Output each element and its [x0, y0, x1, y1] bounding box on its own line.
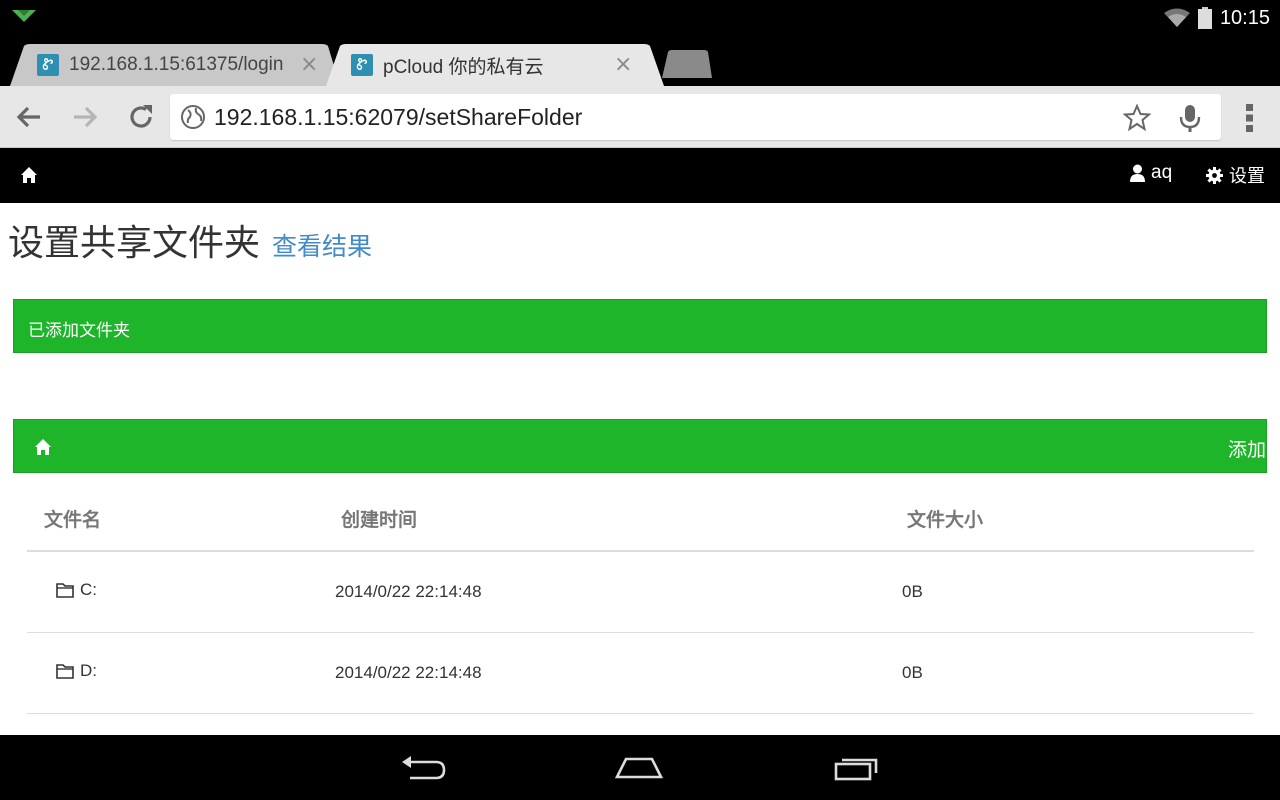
reload-icon[interactable] — [126, 102, 156, 132]
forward-arrow-icon[interactable] — [70, 102, 100, 132]
folder-name-text: D: — [80, 661, 97, 680]
new-tab-button[interactable] — [660, 50, 714, 78]
folder-icon — [56, 664, 74, 679]
size-cell: 0B — [902, 632, 1254, 714]
add-button[interactable]: 添加 — [1228, 435, 1266, 462]
recent-apps-icon[interactable] — [832, 753, 882, 783]
system-navigation-bar — [0, 735, 1280, 800]
page-title: 设置共享文件夹 — [8, 223, 261, 264]
file-table: 文件名 创建时间 文件大小 C: 2014/0/22 22:14:48 0B D… — [27, 486, 1254, 714]
table-row[interactable]: D: 2014/0/22 22:14:48 0B — [27, 632, 1254, 714]
tab-title: 192.168.1.15:61375/login — [69, 54, 284, 75]
settings-label: 设置 — [1229, 166, 1265, 187]
url-text[interactable]: 192.168.1.15:62079/setShareFolder — [214, 104, 582, 131]
column-header-filename: 文件名 — [27, 486, 335, 552]
column-header-size: 文件大小 — [902, 486, 1254, 552]
settings-menu[interactable]: 设置 — [1206, 162, 1265, 188]
bookmark-star-icon[interactable] — [1123, 104, 1151, 132]
username-label: aq — [1151, 162, 1173, 183]
back-icon[interactable] — [398, 753, 448, 783]
web-page: aq 设置 设置共享文件夹 查看结果 已添加文件夹 添加 文件名 创建时间 文件… — [0, 148, 1280, 735]
clock: 10:15 — [1219, 6, 1270, 29]
filename-cell: D: — [27, 632, 335, 714]
site-favicon-icon: Ꮡ — [351, 54, 373, 76]
overflow-menu-icon[interactable] — [1240, 102, 1260, 134]
microphone-icon[interactable] — [1177, 103, 1203, 133]
address-bar[interactable]: 192.168.1.15:62079/setShareFolder — [170, 94, 1221, 140]
folder-name-text: C: — [80, 580, 97, 600]
browser-toolbar: 192.168.1.15:62079/setShareFolder — [0, 86, 1280, 148]
gear-icon — [1206, 166, 1223, 184]
created-cell: 2014/0/22 22:14:48 — [335, 551, 902, 633]
folder-panel-header: 添加 — [13, 419, 1267, 473]
folder-link[interactable]: C: — [56, 580, 97, 600]
folder-icon — [56, 583, 74, 599]
folder-link[interactable]: D: — [56, 661, 97, 681]
globe-icon — [181, 105, 205, 129]
size-cell: 0B — [902, 551, 1254, 633]
table-header-row: 文件名 创建时间 文件大小 — [27, 486, 1254, 552]
success-alert: 已添加文件夹 — [13, 299, 1267, 353]
tab-pcloud[interactable]: Ꮡ pCloud 你的私有云 × — [326, 44, 664, 86]
tab-title: pCloud 你的私有云 — [383, 56, 544, 78]
home-icon[interactable] — [20, 166, 38, 184]
column-header-created: 创建时间 — [335, 486, 902, 552]
created-cell: 2014/0/22 22:14:48 — [335, 632, 902, 714]
close-tab-icon[interactable]: × — [300, 52, 318, 77]
site-navbar: aq 设置 — [0, 148, 1280, 203]
table-row[interactable]: C: 2014/0/22 22:14:48 0B — [27, 551, 1254, 633]
home-button-icon[interactable] — [614, 753, 664, 783]
page-heading: 设置共享文件夹 查看结果 — [8, 214, 372, 266]
view-results-link[interactable]: 查看结果 — [272, 227, 372, 263]
site-favicon-icon: Ꮡ — [37, 54, 59, 76]
battery-icon — [1197, 7, 1212, 29]
notification-icon — [12, 10, 36, 22]
status-bar: 10:15 — [0, 0, 1280, 36]
back-arrow-icon[interactable] — [14, 102, 44, 132]
tab-login[interactable]: Ꮡ 192.168.1.15:61375/login × — [10, 44, 340, 86]
close-tab-icon[interactable]: × — [614, 52, 632, 77]
filename-cell: C: — [27, 551, 335, 633]
tab-strip: Ꮡ 192.168.1.15:61375/login × Ꮡ pCloud 你的… — [0, 36, 1280, 86]
user-menu[interactable]: aq — [1130, 162, 1172, 184]
home-icon[interactable] — [34, 438, 52, 456]
wifi-icon — [1163, 8, 1190, 27]
user-icon — [1130, 164, 1145, 182]
